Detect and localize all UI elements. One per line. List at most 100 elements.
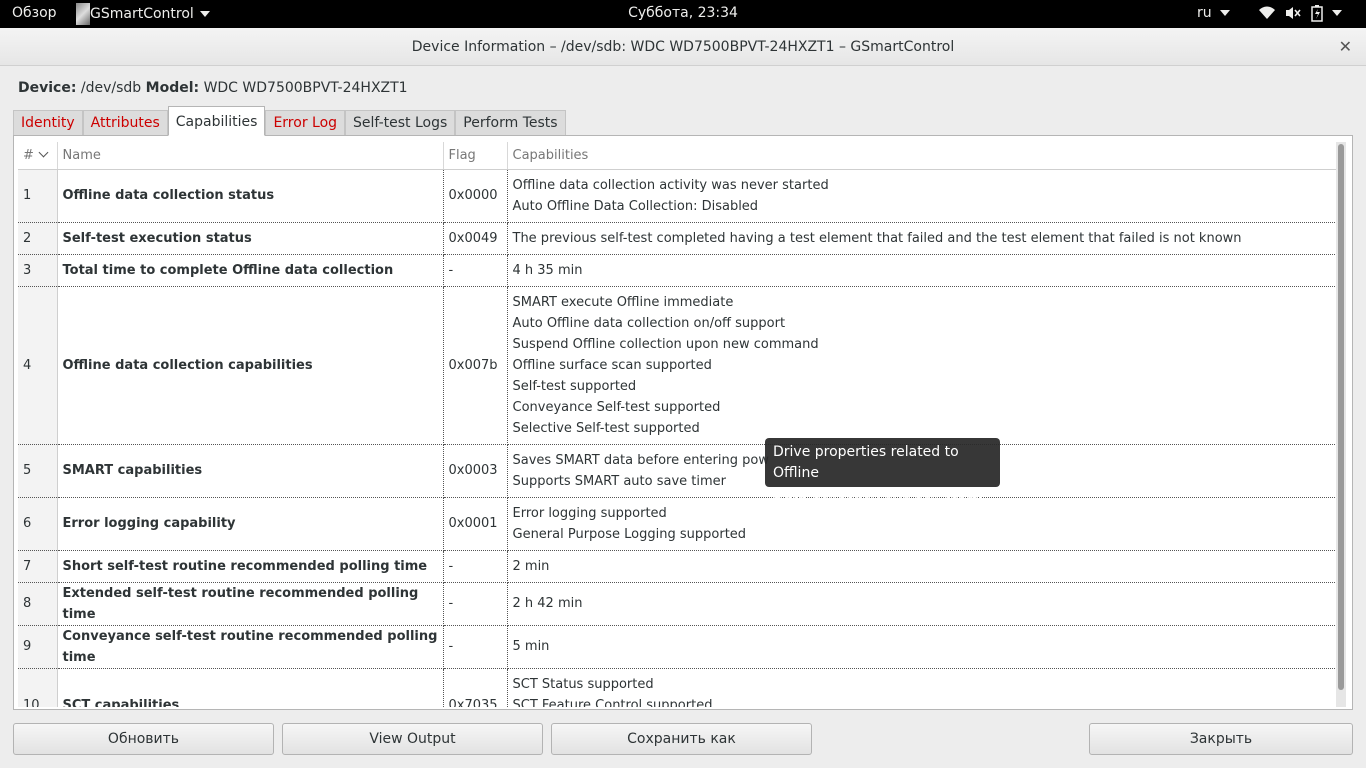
device-label: Device: bbox=[18, 80, 77, 96]
capabilities-table-container[interactable]: # Name Flag Capabilities 1 Offline data c… bbox=[18, 142, 1336, 707]
cell-num: 3 bbox=[18, 254, 58, 287]
cell-flag: 0x007b bbox=[443, 286, 508, 445]
save-as-button[interactable]: Сохранить как bbox=[551, 723, 812, 755]
capability-line: General Purpose Logging supported bbox=[512, 526, 747, 542]
capability-line: Selective Self-test supported bbox=[512, 420, 700, 436]
cell-num: 2 bbox=[18, 222, 58, 255]
table-row[interactable]: 6 Error logging capability 0x0001 Error log… bbox=[18, 497, 1336, 551]
table-row[interactable]: 2 Self-test execution status 0x0049 The pre… bbox=[18, 222, 1336, 255]
cell-flag: 0x0001 bbox=[443, 497, 508, 551]
cell-capabilities: The previous self-test completed having … bbox=[507, 222, 1336, 255]
model-value: WDC WD7500BPVT-24HXZT1 bbox=[203, 80, 408, 96]
capability-line: Offline surface scan supported bbox=[512, 357, 712, 373]
tooltip: Drive properties related to Offline Data… bbox=[765, 438, 1000, 502]
tab-identity[interactable]: Identity bbox=[13, 110, 83, 136]
column-header-flag[interactable]: Flag bbox=[443, 142, 508, 170]
cell-capabilities: Offline data collection activity was nev… bbox=[507, 169, 1336, 223]
table-row[interactable]: 3 Total time to complete Offline data col… bbox=[18, 254, 1336, 287]
cell-name: SMART capabilities bbox=[57, 444, 444, 498]
capability-line: SCT Feature Control supported bbox=[512, 697, 713, 708]
vertical-scrollbar[interactable] bbox=[1336, 142, 1346, 707]
refresh-button[interactable]: Обновить bbox=[13, 723, 274, 755]
capability-line: 5 min bbox=[512, 639, 550, 654]
cell-name: Self-test execution status bbox=[57, 222, 444, 255]
tooltip-line: Drive properties related to Offline bbox=[773, 444, 959, 481]
chevron-down-icon bbox=[199, 11, 210, 17]
scrollbar-thumb[interactable] bbox=[1338, 144, 1344, 690]
cell-flag: 0x0049 bbox=[443, 222, 508, 255]
device-value: /dev/sdb bbox=[80, 80, 142, 96]
window-titlebar[interactable]: Device Information – /dev/sdb: WDC WD750… bbox=[0, 28, 1366, 66]
volume-muted-icon bbox=[1286, 7, 1301, 19]
tab-attributes[interactable]: Attributes bbox=[82, 110, 168, 136]
cell-flag: - bbox=[443, 582, 508, 626]
chevron-down-icon bbox=[1219, 10, 1230, 16]
cell-num: 9 bbox=[18, 625, 58, 669]
cell-num: 10 bbox=[18, 668, 58, 707]
top-panel: Обзор GSmartControl Суббота, 23:34 ru bbox=[0, 0, 1366, 28]
capability-line: SCT Status supported bbox=[512, 676, 654, 692]
table-row[interactable]: 7 Short self-test routine recommended pol… bbox=[18, 550, 1336, 583]
tab-capabilities[interactable]: Capabilities bbox=[167, 106, 266, 136]
cell-num: 8 bbox=[18, 582, 58, 626]
device-info-window: Device Information – /dev/sdb: WDC WD750… bbox=[0, 28, 1366, 768]
sort-chevron-icon bbox=[38, 147, 49, 158]
cell-capabilities: 5 min bbox=[507, 625, 1336, 669]
device-summary: Device: /dev/sdb Model: WDC WD7500BPVT-2… bbox=[18, 80, 408, 96]
cell-name: Short self-test routine recommended poll… bbox=[57, 550, 444, 583]
model-label: Model: bbox=[145, 80, 200, 96]
capability-line: SMART execute Offline immediate bbox=[512, 294, 734, 310]
cell-name: Offline data collection capabilities bbox=[57, 286, 444, 445]
language-label: ru bbox=[1197, 5, 1212, 21]
cell-flag: 0x7035 bbox=[443, 668, 508, 707]
window-title: Device Information – /dev/sdb: WDC WD750… bbox=[411, 39, 955, 55]
table-row[interactable]: 1 Offline data collection status 0x0000 Off… bbox=[18, 169, 1336, 223]
system-status-menu[interactable] bbox=[1258, 4, 1342, 22]
wifi-icon bbox=[1259, 6, 1275, 19]
tab-perform-tests[interactable]: Perform Tests bbox=[455, 110, 566, 136]
view-output-button[interactable]: View Output bbox=[282, 723, 543, 755]
table-row[interactable]: 8 Extended self-test routine recommended … bbox=[18, 582, 1336, 626]
app-menu-label: GSmartControl bbox=[90, 6, 194, 22]
capability-line: Self-test supported bbox=[512, 378, 637, 394]
capability-line: Conveyance Self-test supported bbox=[512, 399, 721, 415]
table-header-row: # Name Flag Capabilities bbox=[18, 142, 1336, 170]
chevron-down-icon bbox=[1332, 10, 1342, 16]
cell-num: 5 bbox=[18, 444, 58, 498]
keyboard-layout-indicator[interactable]: ru bbox=[1197, 5, 1230, 21]
cell-name: Conveyance self-test routine recommended… bbox=[57, 625, 444, 669]
cell-capabilities: SMART execute Offline immediate Auto Offl… bbox=[507, 286, 1336, 445]
capabilities-panel: # Name Flag Capabilities 1 Offline data c… bbox=[13, 135, 1353, 710]
cell-flag: 0x0000 bbox=[443, 169, 508, 223]
column-header-capabilities[interactable]: Capabilities bbox=[507, 142, 1336, 170]
capability-line: Suspend Offline collection upon new comm… bbox=[512, 336, 819, 352]
table-row[interactable]: 5 SMART capabilities 0x0003 Saves SMART dat… bbox=[18, 444, 1336, 498]
tooltip-line: Data Collection and self-tests. bbox=[773, 486, 984, 502]
cell-num: 7 bbox=[18, 550, 58, 583]
close-icon[interactable]: ✕ bbox=[1339, 37, 1352, 56]
cell-num: 1 bbox=[18, 169, 58, 223]
cell-num: 4 bbox=[18, 286, 58, 445]
tab-error-log[interactable]: Error Log bbox=[265, 110, 346, 136]
close-button[interactable]: Закрыть bbox=[1089, 723, 1353, 755]
battery-icon bbox=[1311, 5, 1323, 22]
cell-flag: - bbox=[443, 550, 508, 583]
tab-bar: Identity Attributes Capabilities Error L… bbox=[13, 106, 566, 136]
gsmartcontrol-app-icon bbox=[76, 3, 90, 25]
app-menu[interactable]: GSmartControl bbox=[76, 0, 210, 28]
column-header-num[interactable]: # bbox=[18, 142, 58, 170]
clock[interactable]: Суббота, 23:34 bbox=[628, 5, 738, 21]
cell-capabilities: 2 min bbox=[507, 550, 1336, 583]
table-row[interactable]: 9 Conveyance self-test routine recommende… bbox=[18, 625, 1336, 669]
capability-line: 4 h 35 min bbox=[512, 262, 583, 278]
cell-name: Extended self-test routine recommended p… bbox=[57, 582, 444, 626]
table-row[interactable]: 10 SCT capabilities 0x7035 SCT Status suppo… bbox=[18, 668, 1336, 707]
capability-line: 2 h 42 min bbox=[512, 596, 583, 611]
cell-name: SCT capabilities bbox=[57, 668, 444, 707]
capabilities-table: # Name Flag Capabilities 1 Offline data c… bbox=[18, 142, 1336, 707]
activities-button[interactable]: Обзор bbox=[12, 5, 57, 21]
table-row[interactable]: 4 Offline data collection capabilities 0x0… bbox=[18, 286, 1336, 445]
cell-flag: 0x0003 bbox=[443, 444, 508, 498]
tab-self-test-logs[interactable]: Self-test Logs bbox=[345, 110, 456, 136]
column-header-name[interactable]: Name bbox=[57, 142, 444, 170]
